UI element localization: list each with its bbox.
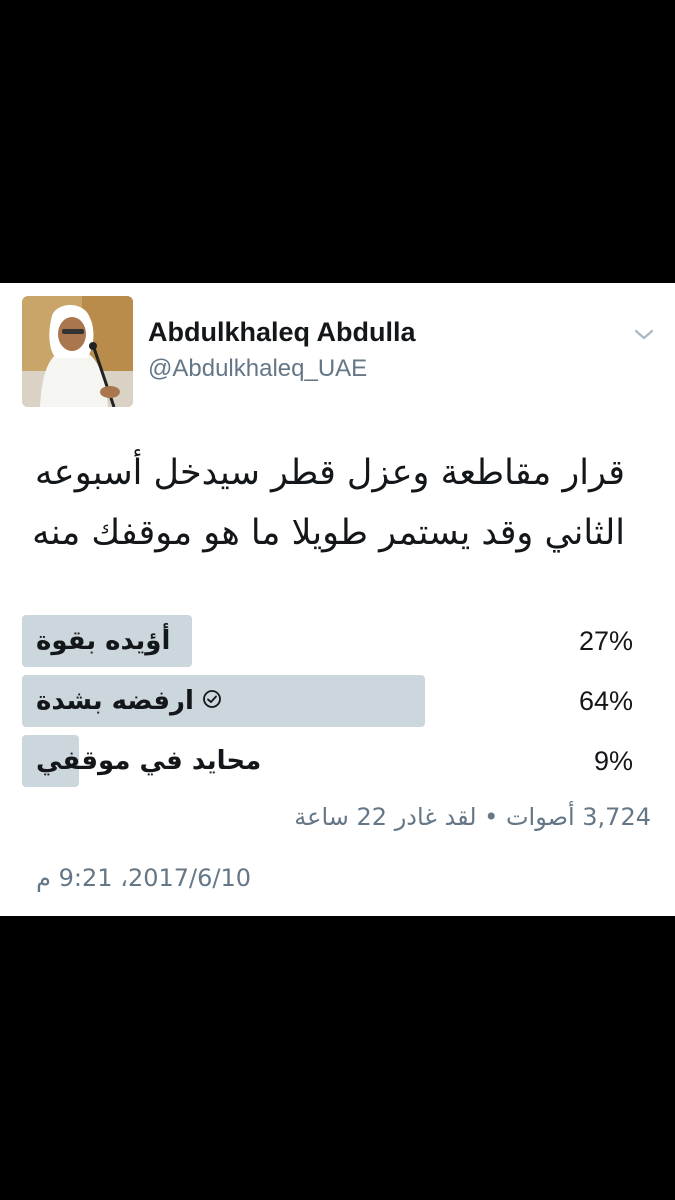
display-name[interactable]: Abdulkhaleq Abdulla (148, 317, 416, 348)
poll-option-percent: 9% (593, 746, 633, 776)
tweet-text-line: الثاني وقد يستمر طويلا ما هو موقفك منه (32, 513, 625, 553)
poll-option-neutral[interactable]: محايد في موقفي 9% (22, 735, 633, 787)
poll-option-label: ارفضه بشدة (36, 686, 194, 716)
poll-meta: 3,724 أصوات • لقد غادر 22 ساعة (294, 803, 651, 831)
poll-option-label: أؤيده بقوة (36, 626, 171, 656)
poll-option-label: محايد في موقفي (36, 746, 262, 776)
avatar-image (22, 296, 133, 407)
tweet-card: Abdulkhaleq Abdulla @Abdulkhaleq_UAE قرا… (0, 283, 675, 916)
check-circle-icon (202, 675, 222, 727)
tweet-text: قرار مقاطعة وعزل قطر سيدخل أسبوعه الثاني… (14, 443, 625, 563)
poll-option-percent: 64% (578, 686, 633, 716)
poll-option-strongly-support[interactable]: أؤيده بقوة 27% (22, 615, 633, 667)
poll-option-percent: 27% (578, 626, 633, 656)
avatar[interactable] (22, 296, 133, 407)
tweet-text-line: قرار مقاطعة وعزل قطر سيدخل أسبوعه (35, 453, 625, 493)
poll-option-strongly-reject[interactable]: ارفضه بشدة 64% (22, 675, 633, 727)
tweet-timestamp[interactable]: 2017/6/10، 9:21 م (36, 864, 251, 892)
user-handle[interactable]: @Abdulkhaleq_UAE (148, 355, 367, 383)
chevron-down-icon[interactable] (633, 323, 655, 345)
